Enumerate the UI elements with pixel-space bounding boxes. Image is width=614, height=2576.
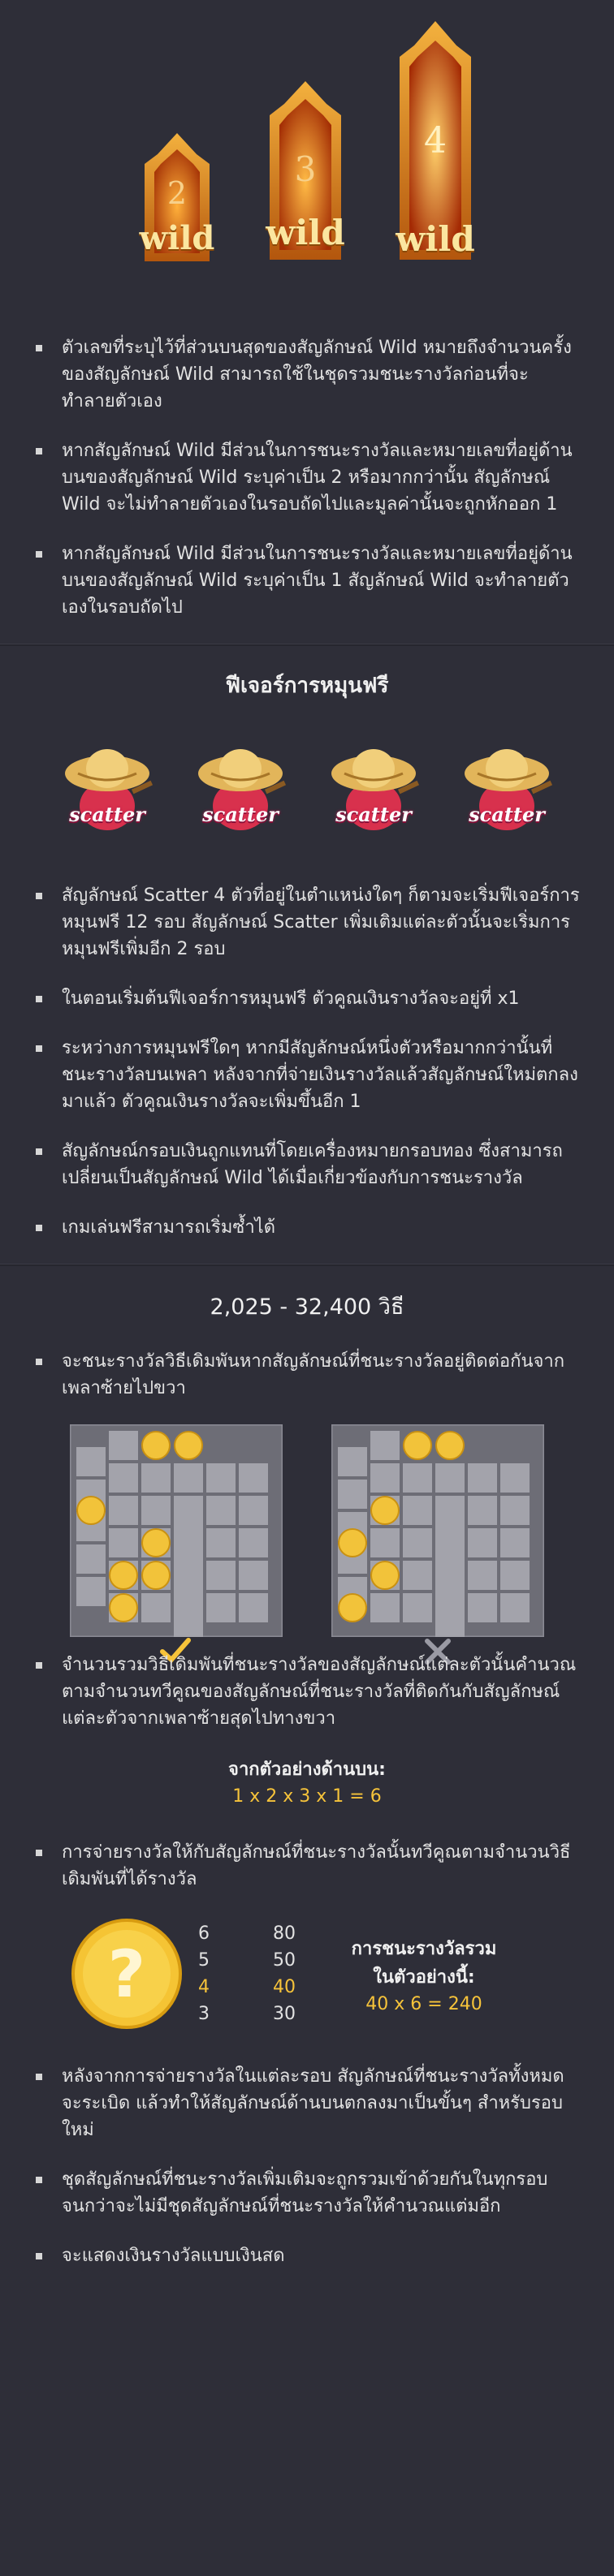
win-title: การชนะรางวัลรวมในตัวอย่างนี้:	[351, 1938, 497, 1988]
wild-label: wild	[139, 219, 215, 257]
table-row: 6 80	[198, 1920, 296, 1947]
free-spins-title: ฟีเจอร์การหมุนฟรี	[225, 674, 389, 698]
count-cell: 5	[198, 1950, 210, 1971]
list-item: หากสัญลักษณ์ Wild มีส่วนในการชนะรางวัลแล…	[32, 541, 582, 621]
scatter-symbol: scatter	[190, 738, 291, 834]
list-item: สัญลักษณ์ Scatter 4 ตัวที่อยู่ในตำแหน่งใ…	[32, 882, 582, 963]
svg-text:?: ?	[108, 1936, 145, 2012]
wild-label: wild	[396, 219, 475, 259]
list-item: ตัวเลขที่ระบุไว้ที่ส่วนบนสุดของสัญลักษณ์…	[32, 334, 582, 415]
section-divider	[0, 1264, 614, 1266]
wild-number: 3	[294, 149, 317, 189]
win-value: 40 x 6 = 240	[365, 1993, 482, 2014]
ways-bottom-list: หลังจากการจ่ายรางวัลในแต่ละรอบ สัญลักษณ์…	[0, 2063, 614, 2269]
scatter-label: scatter	[69, 803, 145, 826]
paytable: 6 80 5 50 4 40 3 30	[198, 1920, 296, 2027]
wild-symbol-2: 2 wild	[132, 131, 223, 271]
ways-calc-list: จำนวนรวมวิธีเดิมพันที่ชนะรางวัลของสัญลัก…	[0, 1652, 614, 1732]
scatter-symbol: scatter	[323, 738, 424, 834]
paytable-page: 2 wild 3 wild 4 wild ตัวเลขที่ระบุไว้ที่…	[0, 0, 614, 2576]
count-cell: 4	[198, 1977, 210, 1997]
example-grid-invalid	[330, 1423, 546, 1668]
count-cell: 6	[198, 1923, 210, 1944]
scatter-symbol: scatter	[456, 738, 557, 834]
list-item: เกมเล่นฟรีสามารถเริ่มซ้ำได้	[32, 1214, 582, 1241]
pay-cell: 80	[273, 1923, 296, 1944]
table-row: 5 50	[198, 1947, 296, 1974]
list-item: จะชนะรางวัลวิธีเดิมพันหากสัญลักษณ์ที่ชนะ…	[32, 1348, 582, 1402]
scatter-symbols-row: scatter scatter scatter scatter	[0, 738, 614, 834]
table-row-highlight: 4 40	[198, 1974, 296, 2001]
list-item: ระหว่างการหมุนฟรีใดๆ หากมีสัญลักษณ์หนึ่ง…	[32, 1035, 582, 1115]
wild-number: 2	[166, 175, 188, 211]
reel-grid	[68, 1423, 284, 1655]
scatter-label: scatter	[469, 803, 545, 826]
pay-cell: 40	[273, 1977, 296, 1997]
list-item: ชุดสัญลักษณ์ที่ชนะรางวัลเพิ่มเติมจะถูกรว…	[32, 2166, 582, 2220]
example-grid-valid	[68, 1423, 284, 1668]
reel-grid	[330, 1423, 546, 1655]
scatter-label: scatter	[202, 803, 279, 826]
total-win-example: การชนะรางวัลรวมในตัวอย่างนี้: 40 x 6 = 2…	[343, 1934, 505, 2014]
list-item: จะแสดงเงินรางวัลแบบเงินสด	[32, 2242, 582, 2269]
wild-symbol-3: 3 wild	[255, 80, 356, 271]
wild-symbols-row: 2 wild 3 wild 4 wild	[0, 0, 614, 286]
list-item: หลังจากการจ่ายรางวัลในแต่ละรอบ สัญลักษณ์…	[32, 2063, 582, 2143]
ways-title: 2,025 - 32,400 วิธี	[210, 1294, 404, 1320]
section-divider	[0, 644, 614, 646]
ways-example: จากตัวอย่างด้านบน: 1 x 2 x 3 x 1 = 6	[0, 1755, 614, 1807]
pay-cell: 50	[273, 1950, 296, 1971]
ways-example-grids	[0, 1423, 614, 1668]
count-cell: 3	[198, 2004, 210, 2024]
pay-cell: 30	[273, 2004, 296, 2024]
wild-symbol-4: 4 wild	[388, 19, 482, 271]
list-item: ในตอนเริ่มต้นฟีเจอร์การหมุนฟรี ตัวคูณเงิ…	[32, 985, 582, 1012]
list-item: จำนวนรวมวิธีเดิมพันที่ชนะรางวัลของสัญลัก…	[32, 1652, 582, 1732]
example-title: จากตัวอย่างด้านบน:	[228, 1760, 386, 1780]
list-item: สัญลักษณ์กรอบเงินถูกแทนที่โดยเครื่องหมาย…	[32, 1138, 582, 1191]
ways-pay-list: การจ่ายรางวัลให้กับสัญลักษณ์ที่ชนะรางวัล…	[0, 1839, 614, 1893]
wild-label: wild	[266, 213, 345, 252]
ways-rules-list: จะชนะรางวัลวิธีเดิมพันหากสัญลักษณ์ที่ชนะ…	[0, 1348, 614, 1402]
wild-number: 4	[424, 120, 447, 162]
free-spins-rules-list: สัญลักษณ์ Scatter 4 ตัวที่อยู่ในตำแหน่งใ…	[0, 882, 614, 1241]
scatter-symbol: scatter	[57, 738, 158, 834]
scatter-label: scatter	[335, 803, 412, 826]
table-row: 3 30	[198, 2001, 296, 2027]
question-mark-coin-icon: ?	[71, 1919, 182, 2029]
paytable-example: ? 6 80 5 50 4 40 3 30 การชนะรางวัลรวมในต…	[0, 1917, 614, 2031]
wild-rules-list: ตัวเลขที่ระบุไว้ที่ส่วนบนสุดของสัญลักษณ์…	[0, 334, 614, 621]
example-value: 1 x 2 x 3 x 1 = 6	[232, 1786, 382, 1807]
list-item: การจ่ายรางวัลให้กับสัญลักษณ์ที่ชนะรางวัล…	[32, 1839, 582, 1893]
list-item: หากสัญลักษณ์ Wild มีส่วนในการชนะรางวัลแล…	[32, 437, 582, 518]
